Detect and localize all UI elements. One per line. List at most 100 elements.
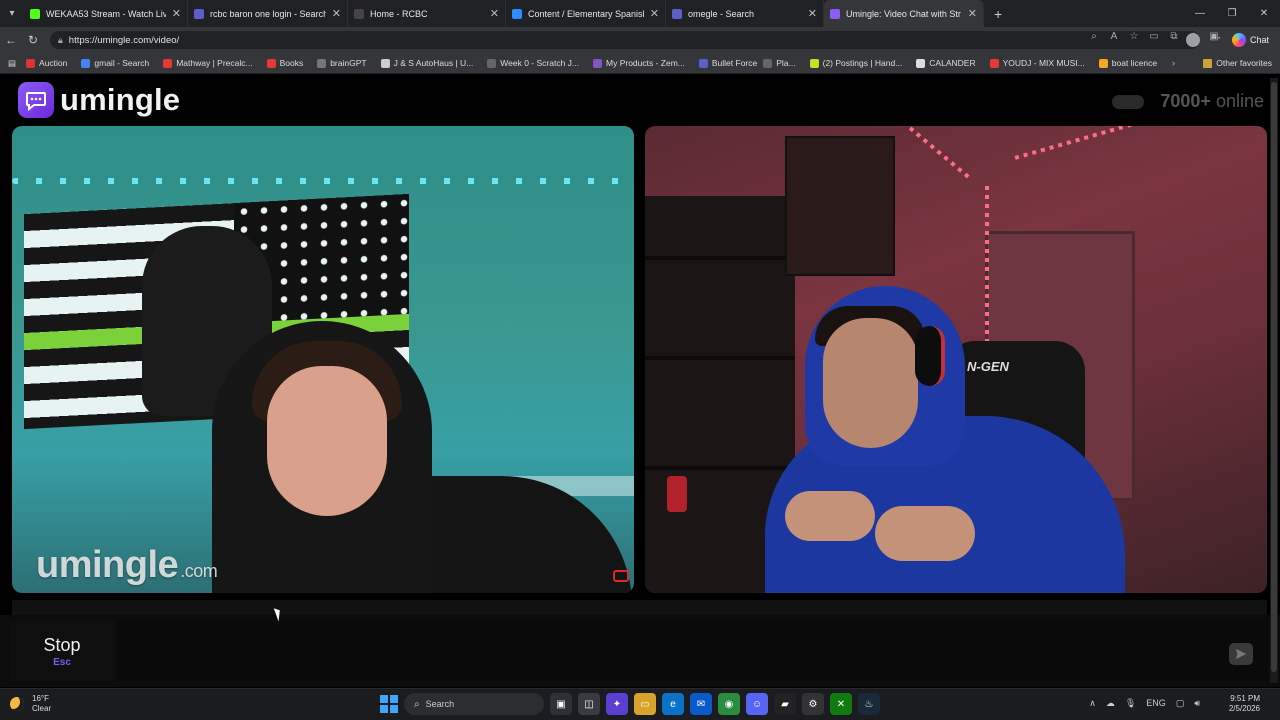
language-indicator[interactable]: ENG xyxy=(1146,698,1166,709)
close-tab-icon[interactable]: ✕ xyxy=(650,7,659,20)
extensions-icon[interactable]: ⧉ xyxy=(1168,31,1180,42)
bookmark-item[interactable]: CALANDER xyxy=(916,58,976,68)
task-view-icon[interactable]: ▣ xyxy=(550,693,572,715)
close-tab-icon[interactable]: ✕ xyxy=(172,7,181,20)
weather-condition: Clear xyxy=(32,704,52,713)
onedrive-cloud-icon[interactable]: ☁ xyxy=(1106,698,1115,709)
umingle-watermark: umingle .com xyxy=(36,544,218,586)
browser-tab-bar: ▾ WEKAA53 Stream - Watch Live on ✕ rcbc … xyxy=(0,0,1280,27)
video-divider-bar xyxy=(12,600,1267,615)
network-icon[interactable]: ▢ xyxy=(1176,698,1185,709)
copilot-app-icon[interactable]: ✦ xyxy=(606,693,628,715)
restore-icon[interactable]: ❐ xyxy=(1216,0,1248,27)
split-screen-icon[interactable]: ▭ xyxy=(1148,31,1160,42)
page-scrollbar[interactable] xyxy=(1270,78,1278,683)
umingle-logo[interactable]: umingle xyxy=(18,82,180,118)
tab-actions-menu-icon[interactable]: ▾ xyxy=(0,0,24,27)
stranger-video: umingle .com xyxy=(12,126,634,593)
bookmark-item[interactable]: boat licence xyxy=(1098,58,1157,68)
bookmark-item[interactable]: Books xyxy=(266,58,303,68)
other-favorites-folder[interactable]: Other favorites xyxy=(1203,58,1272,68)
tab-omegle-search[interactable]: omegle - Search ✕ xyxy=(666,0,824,27)
profile-avatar[interactable] xyxy=(1186,33,1200,47)
bookmark-favicon-icon xyxy=(317,58,327,68)
more-menu-icon[interactable]: ⋯ xyxy=(1210,31,1221,44)
theme-toggle[interactable] xyxy=(1112,94,1145,109)
weather-widget[interactable]: 16°F Clear xyxy=(10,694,51,714)
bookmark-item[interactable]: Auction xyxy=(26,58,67,68)
url-input[interactable]: 🔒︎ https://umingle.com/video/ xyxy=(50,31,1200,49)
bookmark-item[interactable]: Pla... xyxy=(763,58,796,68)
volume-icon[interactable]: 🔊︎ xyxy=(1194,698,1200,709)
search-favicon-icon xyxy=(672,8,682,19)
new-tab-plus-icon[interactable]: + xyxy=(994,6,1002,22)
url-text: https://umingle.com/video/ xyxy=(68,34,180,46)
bookmark-favicon-icon xyxy=(1098,58,1108,68)
tab-rcbc-search[interactable]: rcbc baron one login - Search ✕ xyxy=(188,0,348,27)
copilot-icon xyxy=(1232,33,1246,47)
bookmark-item[interactable]: gmail - Search xyxy=(81,58,149,68)
search-icon: ⌕ xyxy=(414,698,420,710)
report-flag-icon[interactable] xyxy=(613,570,629,582)
store-icon[interactable]: ◫ xyxy=(578,693,600,715)
tray-chevron-icon[interactable]: ∧ xyxy=(1089,698,1096,709)
bookmarks-overflow-chevron-icon[interactable]: › xyxy=(1172,58,1175,68)
bookmark-item[interactable]: (2) Postings | Hand... xyxy=(809,58,902,68)
tab-wekaa53-stream[interactable]: WEKAA53 Stream - Watch Live on ✕ xyxy=(24,0,188,27)
steam-icon[interactable]: ♨ xyxy=(858,693,880,715)
bookmark-favicon-icon xyxy=(698,58,708,68)
close-tab-icon[interactable]: ✕ xyxy=(490,7,499,20)
bookmark-item[interactable]: J & S AutoHaus | U... xyxy=(380,58,473,68)
taskbar-search[interactable]: ⌕ Search xyxy=(404,693,544,715)
tab-elementary-spanish[interactable]: Content / Elementary Spanish I (S ✕ xyxy=(506,0,666,27)
led-light-strip xyxy=(12,178,634,184)
chat-message-input[interactable] xyxy=(118,621,1268,681)
read-aloud-icon[interactable]: A xyxy=(1108,31,1120,42)
favorite-star-icon[interactable]: ☆ xyxy=(1128,31,1140,42)
address-bar-actions: ⌕ A ☆ ▭ ⧉ ✧ ▣ xyxy=(1088,31,1220,42)
bookmark-item[interactable]: Bullet Force xyxy=(698,58,757,68)
bookmark-item[interactable]: Mathway | Precalc... xyxy=(163,58,253,68)
minimize-icon[interactable]: — xyxy=(1184,0,1216,27)
edge-browser-icon[interactable]: e xyxy=(662,693,684,715)
chrome-icon[interactable]: ◉ xyxy=(718,693,740,715)
microphone-icon[interactable]: 🎙︎ xyxy=(1125,698,1136,709)
self-video: N-GEN xyxy=(645,126,1267,593)
bookmark-item[interactable]: brainGPT xyxy=(317,58,367,68)
window-controls: — ❐ ✕ xyxy=(1184,0,1280,27)
bookmarks-bar: ▤ Auction gmail - Search Mathway | Preca… xyxy=(0,53,1280,74)
settings-gear-icon[interactable]: ⚙ xyxy=(802,693,824,715)
gaming-app-icon[interactable]: ▰ xyxy=(774,693,796,715)
folder-icon xyxy=(1203,58,1213,68)
tab-home-rcbc[interactable]: Home - RCBC ✕ xyxy=(348,0,506,27)
red-led-strip xyxy=(908,126,973,181)
stop-button[interactable]: Stop Esc xyxy=(10,621,114,681)
stranger-person xyxy=(212,321,442,593)
outlook-icon[interactable]: ✉ xyxy=(690,693,712,715)
bookmark-favicon-icon xyxy=(809,58,819,68)
bookmark-item[interactable]: My Products - Zem... xyxy=(593,58,685,68)
bookmark-item[interactable]: YOUDJ - MIX MUSI... xyxy=(989,58,1085,68)
zoom-icon[interactable]: ⌕ xyxy=(1088,31,1100,42)
windows-start-icon[interactable] xyxy=(380,695,398,713)
bookmarks-menu-icon[interactable]: ▤ xyxy=(8,58,16,69)
file-explorer-icon[interactable]: ▭ xyxy=(634,693,656,715)
close-tab-icon[interactable]: ✕ xyxy=(332,7,341,20)
reload-icon[interactable]: ↻ xyxy=(22,27,44,53)
taskbar-clock[interactable]: 9:51 PM 2/5/2026 xyxy=(1229,694,1260,714)
umingle-page: umingle 7000+ online umingle .com N-GEN … xyxy=(0,75,1280,687)
xbox-icon[interactable]: ✕ xyxy=(830,693,852,715)
discord-icon[interactable]: ☺ xyxy=(746,693,768,715)
close-window-icon[interactable]: ✕ xyxy=(1248,0,1280,27)
tab-umingle-active[interactable]: Umingle: Video Chat with Str ✕ xyxy=(824,0,984,27)
send-message-button[interactable] xyxy=(1229,643,1253,665)
soda-can xyxy=(667,476,687,512)
lock-icon: 🔒︎ xyxy=(58,34,63,45)
bookmark-favicon-icon xyxy=(763,58,773,68)
bookmark-favicon-icon xyxy=(26,58,36,68)
close-tab-icon[interactable]: ✕ xyxy=(968,7,977,20)
close-tab-icon[interactable]: ✕ xyxy=(808,7,817,20)
copilot-chat-button[interactable]: Chat xyxy=(1232,31,1269,49)
back-arrow-icon[interactable]: ← xyxy=(0,27,22,53)
bookmark-item[interactable]: Week 0 - Scratch J... xyxy=(487,58,579,68)
